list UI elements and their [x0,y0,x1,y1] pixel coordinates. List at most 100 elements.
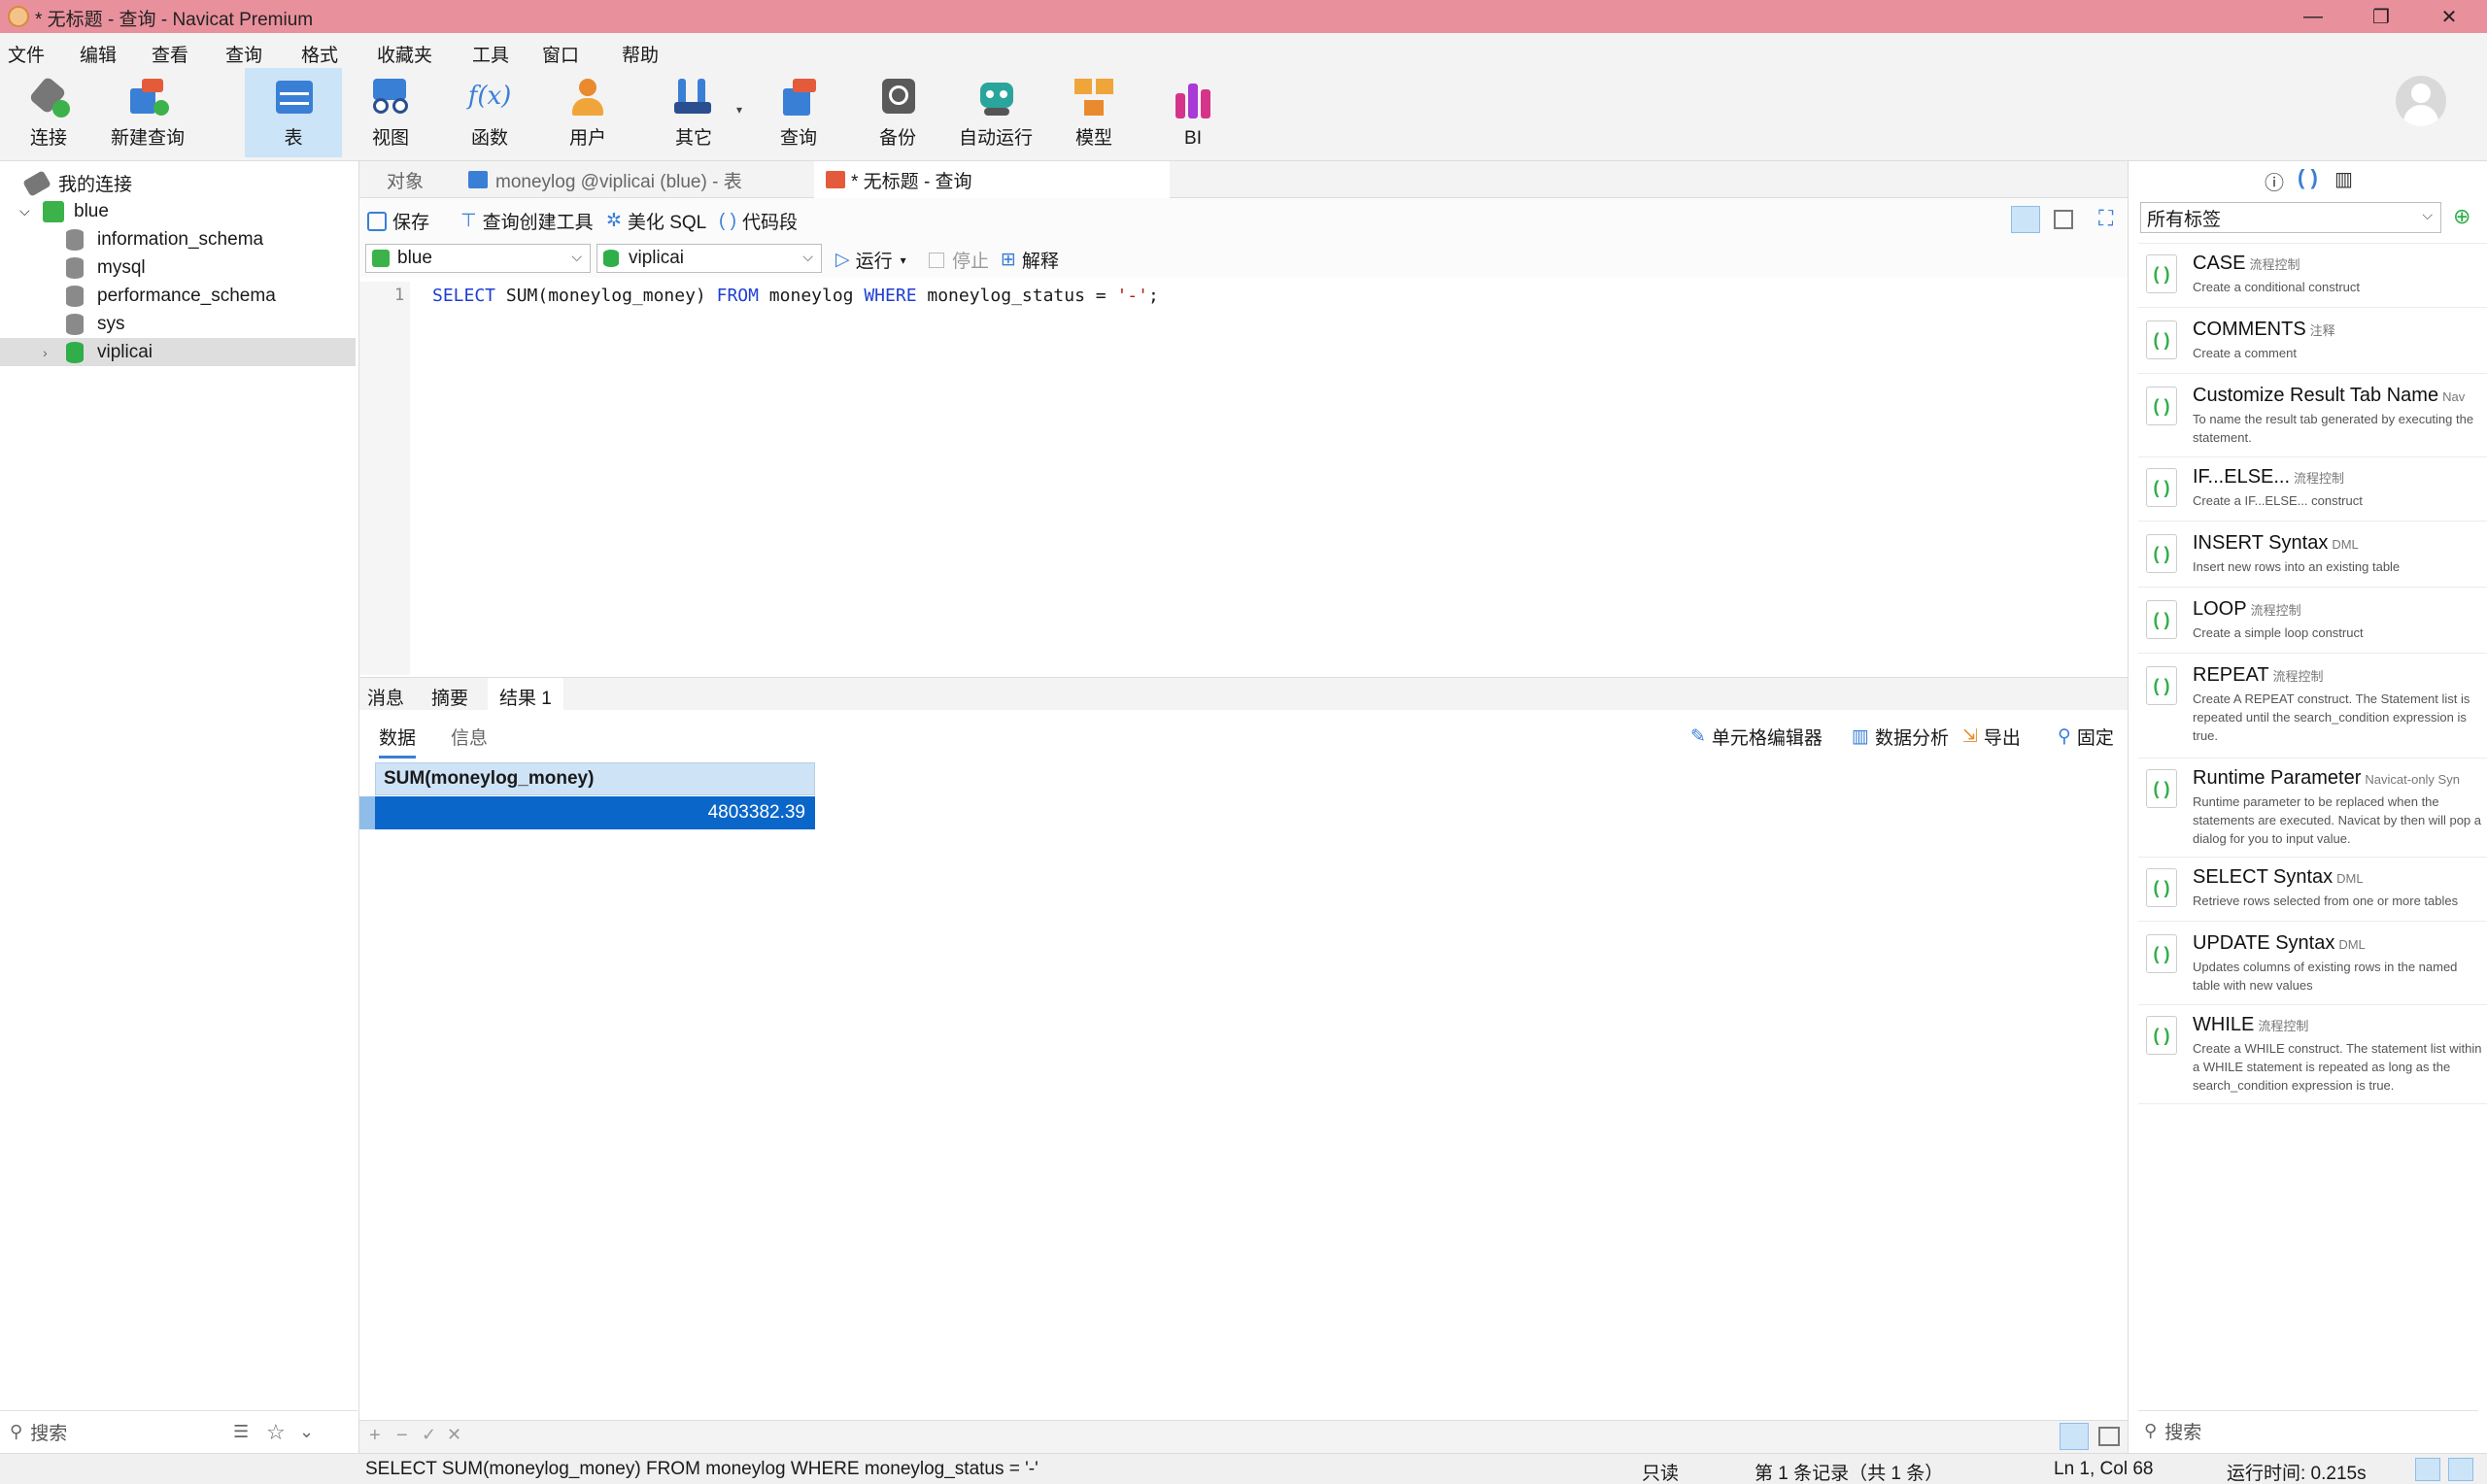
tree-database[interactable]: mysql [0,253,356,282]
tree-database[interactable]: performance_schema [0,282,356,310]
bar-chart-icon: ▥ [1852,726,1869,747]
user-button[interactable]: 用户 [549,68,627,157]
new-query-button[interactable]: 新建查询 [99,68,196,157]
tree-database[interactable]: information_schema [0,225,356,253]
toggle-info-pane-icon[interactable] [2448,1458,2473,1481]
snippet-icon: ( ) [2146,1016,2177,1055]
tree-database-selected[interactable]: › viplicai [0,338,356,366]
snippet-icon: ( ) [2146,868,2177,907]
minimize-button[interactable]: — [2279,0,2347,33]
tree-connection-blue[interactable]: ⌵ blue [0,197,356,225]
backup-button[interactable]: 备份 [859,68,937,157]
status-record-count: 第 1 条记录（共 1 条） [1755,1464,1944,1484]
user-avatar[interactable] [2396,76,2446,126]
layout-vertical-icon[interactable] [2054,210,2073,229]
menu-query[interactable]: 查询 [225,41,262,67]
explain-button[interactable]: ⊞ 解释 [1001,247,1059,273]
info-icon[interactable]: ⓘ [2265,167,2284,195]
tab-messages[interactable]: 消息 [367,684,404,710]
nav-search-input[interactable]: 搜索 [30,1419,67,1445]
subtab-data[interactable]: 数据 [379,724,417,759]
snippet-icon: ( ) [2146,534,2177,573]
run-button[interactable]: ▷ 运行 ▾ [835,247,906,273]
menu-view[interactable]: 查看 [152,41,188,67]
sql-code-line: SELECT SUM(moneylog_money) FROM moneylog… [432,286,1159,306]
grid-cell-selected[interactable]: 4803382.39 [375,796,815,829]
form-view-icon[interactable] [2098,1427,2120,1446]
model-button[interactable]: 模型 [1055,68,1133,157]
status-bar: SELECT SUM(moneylog_money) FROM moneylog… [0,1453,2487,1484]
fullscreen-icon[interactable]: ⛶ [2098,206,2113,231]
chevron-down-icon[interactable]: ⌵ [19,203,33,219]
grid-view-icon[interactable] [2060,1423,2089,1450]
snippet-braces-icon[interactable]: ( ) [2298,165,2318,190]
pin-button[interactable]: ⚲ 固定 [2058,724,2114,750]
grid-column-header[interactable]: SUM(moneylog_money) [375,762,815,795]
menu-favorites[interactable]: 收藏夹 [377,41,432,67]
search-icon: ⚲ [2144,1421,2158,1440]
connection-select[interactable]: blue ⌵ [365,244,591,273]
tab-untitled-query[interactable]: * 无标题 - 查询 [814,161,1170,198]
sql-editor[interactable]: 1 SELECT SUM(moneylog_money) FROM moneyl… [359,282,2128,675]
status-cursor-position: Ln 1, Col 68 [2054,1459,2154,1479]
other-button[interactable]: 其它 [655,68,732,157]
status-sql: SELECT SUM(moneylog_money) FROM moneylog… [365,1459,1039,1479]
panel-layout-icon[interactable]: ▥ [2334,167,2353,191]
tree-root-my-connections[interactable]: 我的连接 [0,169,356,197]
add-snippet-icon[interactable]: ⊕ [2453,204,2470,229]
navicat-app-icon [8,6,29,27]
function-button[interactable]: f(x) 函数 [449,68,530,157]
tab-objects[interactable]: 对象 [375,161,435,198]
table-button[interactable]: 表 [245,68,342,157]
bi-button[interactable]: BI [1154,68,1232,157]
toggle-nav-pane-icon[interactable] [2415,1458,2440,1481]
delete-record-icon[interactable]: − [396,1425,408,1447]
discard-x-icon[interactable]: ✕ [447,1425,461,1445]
tab-summary[interactable]: 摘要 [431,684,468,710]
query-icon [826,171,845,188]
grid-row-indicator[interactable] [359,796,375,829]
filter-icon[interactable]: ☰ [233,1422,249,1442]
cell-editor-button[interactable]: ✎ 单元格编辑器 [1690,724,1823,750]
menu-bar: 文件 编辑 查看 查询 格式 收藏夹 工具 窗口 帮助 [0,33,2487,68]
snippet-icon: ( ) [2146,600,2177,639]
automation-button[interactable]: 自动运行 [952,68,1039,157]
tree-database[interactable]: sys [0,310,356,338]
tab-table-moneylog[interactable]: moneylog @viplicai (blue) - 表 [457,161,754,198]
menu-edit[interactable]: 编辑 [80,41,117,67]
maximize-button[interactable]: ❐ [2347,0,2415,33]
database-select[interactable]: viplicai ⌵ [596,244,822,273]
snippet-search-input[interactable]: 搜索 [2164,1418,2201,1444]
query-builder-button[interactable]: ⊤ 查询创建工具 [460,208,594,234]
pin-icon: ⚲ [2058,726,2071,747]
menu-format[interactable]: 格式 [301,41,338,67]
chevron-right-icon[interactable]: › [43,345,56,360]
stop-button[interactable]: 停止 [929,247,989,273]
menu-window[interactable]: 窗口 [542,41,579,67]
snippet-icon: ( ) [2146,468,2177,507]
export-button[interactable]: ⇲ 导出 [1962,724,2021,750]
menu-tools[interactable]: 工具 [472,41,509,67]
menu-help[interactable]: 帮助 [622,41,659,67]
query-button[interactable]: 查询 [760,68,837,157]
beautify-sql-button[interactable]: ✲ 美化 SQL [606,208,706,234]
sql-text: SUM(moneylog_money) [495,286,717,306]
save-button[interactable]: 保存 [367,208,429,234]
tag-filter-select[interactable]: 所有标签 ⌵ [2140,202,2441,233]
other-dropdown-arrow-icon[interactable]: ▾ [736,103,742,117]
collapse-icon[interactable]: ⌄ [299,1422,314,1442]
apply-check-icon[interactable]: ✓ [422,1425,436,1445]
plug-icon [27,75,70,118]
star-icon[interactable]: ☆ [266,1420,286,1445]
code-snippet-button[interactable]: ( ) 代码段 [719,208,798,234]
subtab-info[interactable]: 信息 [451,724,488,750]
chevron-down-icon: ⌵ [2422,207,2433,222]
tab-result-1[interactable]: 结果 1 [488,678,563,711]
close-button[interactable]: ✕ [2415,0,2483,33]
data-analysis-button[interactable]: ▥ 数据分析 [1852,724,1949,750]
connect-button[interactable]: 连接 [10,68,87,157]
menu-file[interactable]: 文件 [8,41,45,67]
layout-horizontal-icon[interactable] [2011,206,2040,233]
add-record-icon[interactable]: + [369,1425,381,1447]
view-button[interactable]: 视图 [352,68,429,157]
